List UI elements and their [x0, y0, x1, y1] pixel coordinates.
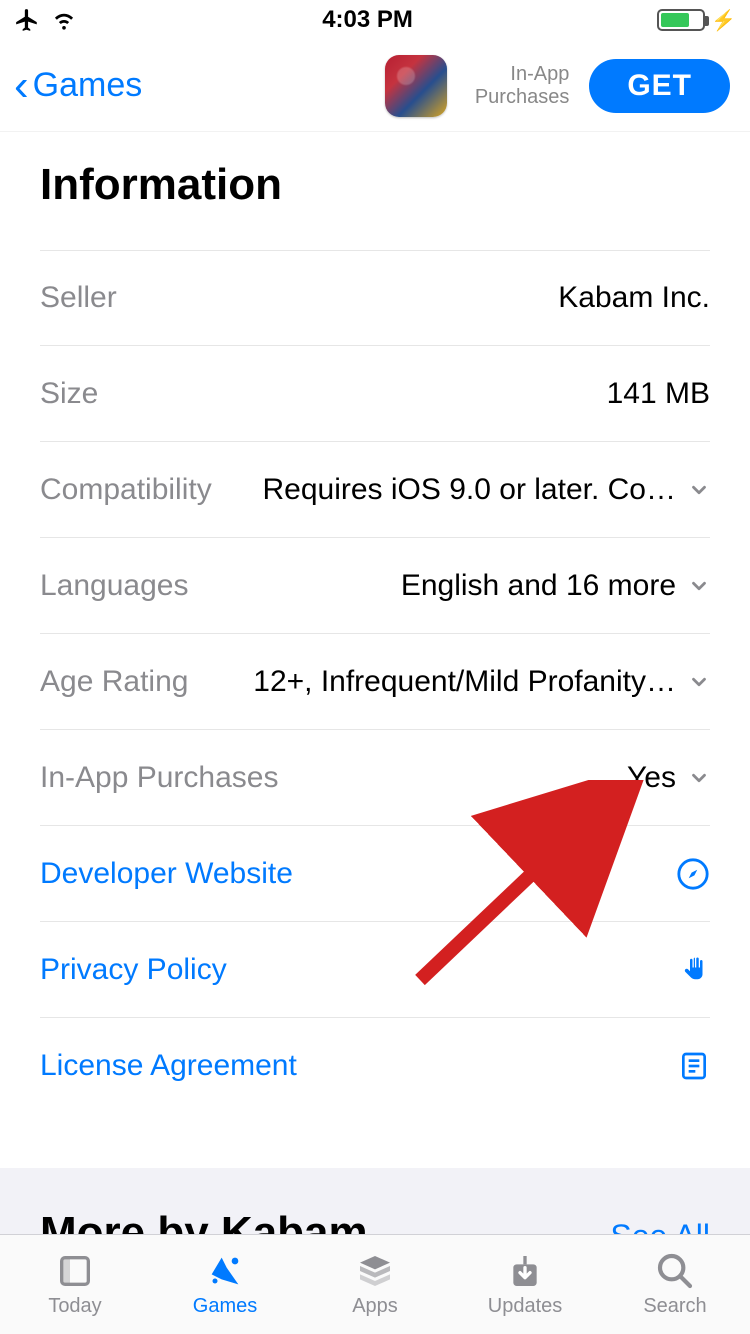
info-label: In-App Purchases — [40, 761, 278, 795]
info-row-languages[interactable]: Languages English and 16 more — [40, 538, 710, 634]
chevron-down-icon — [688, 575, 710, 597]
info-value: Yes — [278, 761, 676, 795]
airplane-mode-icon — [14, 7, 40, 33]
link-label: Privacy Policy — [40, 953, 227, 987]
info-row-seller: Seller Kabam Inc. — [40, 250, 710, 346]
info-row-age-rating[interactable]: Age Rating 12+, Infrequent/Mild Profanit… — [40, 634, 710, 730]
link-developer-website[interactable]: Developer Website — [40, 826, 710, 922]
battery-icon — [657, 9, 705, 31]
document-icon — [678, 1050, 710, 1082]
nav-header: ‹ Games In-App Purchases GET — [0, 40, 750, 132]
link-privacy-policy[interactable]: Privacy Policy — [40, 922, 710, 1018]
info-value: Requires iOS 9.0 or later. Co… — [212, 473, 676, 507]
back-button[interactable]: ‹ Games — [14, 64, 142, 108]
tab-apps[interactable]: Apps — [300, 1235, 450, 1334]
info-label: Size — [40, 377, 98, 411]
info-row-in-app-purchases[interactable]: In-App Purchases Yes — [40, 730, 710, 826]
tab-bar: Today Games Apps Updates Search — [0, 1234, 750, 1334]
app-icon[interactable] — [385, 55, 447, 117]
info-label: Languages — [40, 569, 188, 603]
tab-search[interactable]: Search — [600, 1235, 750, 1334]
info-value: Kabam Inc. — [117, 281, 710, 315]
status-bar: 4:03 PM ⚡ — [0, 0, 750, 40]
info-row-compatibility[interactable]: Compatibility Requires iOS 9.0 or later.… — [40, 442, 710, 538]
info-value: 141 MB — [98, 377, 710, 411]
in-app-purchases-note: In-App Purchases — [475, 63, 570, 109]
chevron-down-icon — [688, 479, 710, 501]
tab-today[interactable]: Today — [0, 1235, 150, 1334]
tab-updates[interactable]: Updates — [450, 1235, 600, 1334]
info-value: English and 16 more — [188, 569, 676, 603]
info-row-size: Size 141 MB — [40, 346, 710, 442]
back-label: Games — [33, 66, 143, 105]
info-label: Age Rating — [40, 665, 188, 699]
info-label: Compatibility — [40, 473, 212, 507]
hand-icon — [680, 953, 710, 987]
chevron-left-icon: ‹ — [14, 64, 29, 108]
link-label: Developer Website — [40, 857, 293, 891]
compass-icon — [676, 857, 710, 891]
wifi-icon — [50, 9, 78, 31]
chevron-down-icon — [688, 671, 710, 693]
status-time: 4:03 PM — [322, 6, 413, 34]
info-value: 12+, Infrequent/Mild Profanity… — [188, 665, 676, 699]
section-title-information: Information — [40, 160, 710, 210]
tab-games[interactable]: Games — [150, 1235, 300, 1334]
info-label: Seller — [40, 281, 117, 315]
get-button[interactable]: GET — [589, 59, 730, 113]
chevron-down-icon — [688, 767, 710, 789]
charging-icon: ⚡ — [711, 8, 736, 33]
link-label: License Agreement — [40, 1049, 297, 1083]
link-license-agreement[interactable]: License Agreement — [40, 1018, 710, 1114]
